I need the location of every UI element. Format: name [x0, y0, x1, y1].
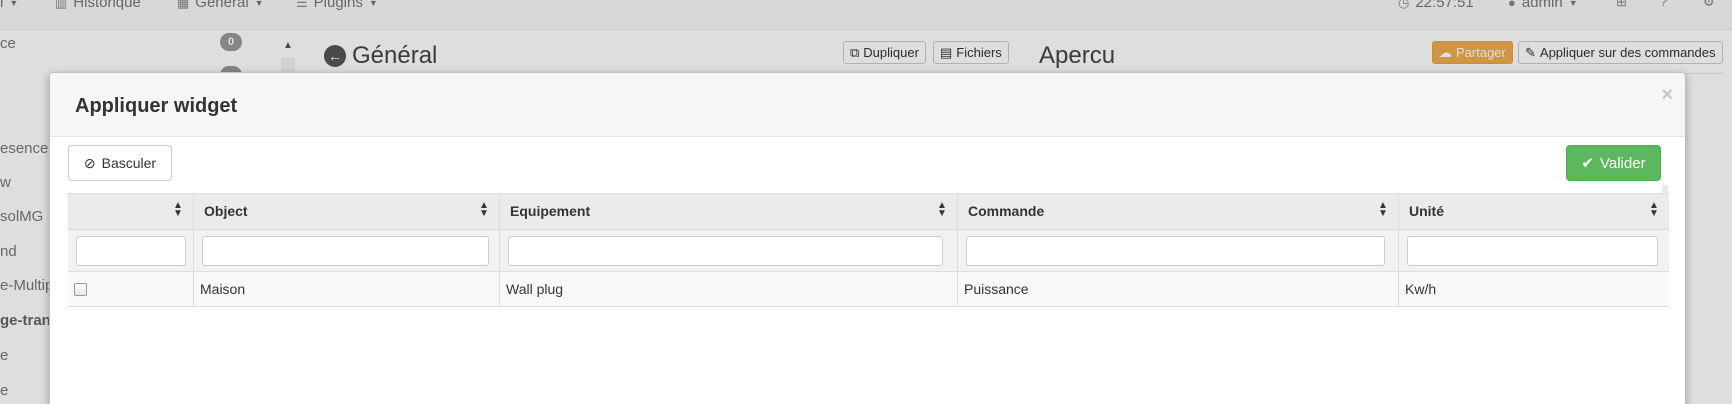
- filter-input-unit[interactable]: [1407, 236, 1658, 266]
- filter-cell: [957, 230, 1398, 271]
- column-header-command[interactable]: Commande ▲ ▼: [957, 194, 1398, 229]
- filter-input-select[interactable]: [76, 236, 186, 266]
- column-header-label: Unité: [1409, 203, 1444, 219]
- table-row[interactable]: Maison Wall plug Puissance Kw/h: [68, 272, 1669, 307]
- filter-cell: [193, 230, 499, 271]
- sort-icon[interactable]: ▲ ▼: [479, 201, 489, 220]
- row-unit: Kw/h: [1405, 281, 1437, 297]
- toggle-button[interactable]: ⊘ Basculer: [68, 145, 172, 181]
- filter-cell: [1398, 230, 1669, 271]
- apply-widget-modal: Appliquer widget × ⊘ Basculer ✔ Valider …: [49, 72, 1686, 404]
- filter-cell: [68, 230, 193, 271]
- table-header-row: ▲ ▼ Object ▲ ▼ Equipement ▲ ▼ Commande ▲ ▼ U…: [68, 193, 1669, 230]
- toggle-label: Basculer: [101, 155, 157, 171]
- column-header-label: Object: [204, 203, 248, 219]
- validate-button[interactable]: ✔ Valider: [1566, 145, 1661, 181]
- column-header-label: Equipement: [510, 203, 591, 219]
- row-equipment-cell: Wall plug: [499, 272, 957, 306]
- sort-icon[interactable]: ▲ ▼: [937, 201, 947, 220]
- row-unit-cell: Kw/h: [1398, 272, 1669, 306]
- filter-input-command[interactable]: [966, 236, 1385, 266]
- row-command: Puissance: [964, 281, 1029, 297]
- row-checkbox[interactable]: [74, 283, 87, 296]
- row-command-cell: Puissance: [957, 272, 1398, 306]
- column-header-unit[interactable]: Unité ▲ ▼: [1398, 194, 1669, 229]
- sort-icon[interactable]: ▲ ▼: [173, 201, 183, 220]
- validate-label: Valider: [1599, 154, 1646, 172]
- column-header-label: Commande: [968, 203, 1045, 219]
- table-scrollbar[interactable]: [1662, 185, 1668, 193]
- close-icon[interactable]: ×: [1661, 84, 1673, 107]
- modal-title: Appliquer widget: [75, 95, 238, 117]
- table-filter-row: [68, 230, 1669, 272]
- row-equipment: Wall plug: [506, 281, 564, 297]
- row-object: Maison: [200, 281, 246, 297]
- column-header-object[interactable]: Object ▲ ▼: [193, 194, 499, 229]
- sort-icon[interactable]: ▲ ▼: [1649, 201, 1659, 220]
- modal-header: Appliquer widget ×: [50, 73, 1685, 137]
- column-header-select[interactable]: ▲ ▼: [68, 194, 193, 229]
- check-circle-icon: ⊘: [83, 154, 96, 171]
- sort-icon[interactable]: ▲ ▼: [1378, 201, 1388, 220]
- column-header-equipment[interactable]: Equipement ▲ ▼: [499, 194, 957, 229]
- row-object-cell: Maison: [193, 272, 499, 306]
- filter-input-object[interactable]: [202, 236, 489, 266]
- filter-input-equipment[interactable]: [508, 236, 943, 266]
- filter-cell: [499, 230, 957, 271]
- row-select-cell: [68, 272, 193, 306]
- check-icon: ✔: [1581, 155, 1594, 172]
